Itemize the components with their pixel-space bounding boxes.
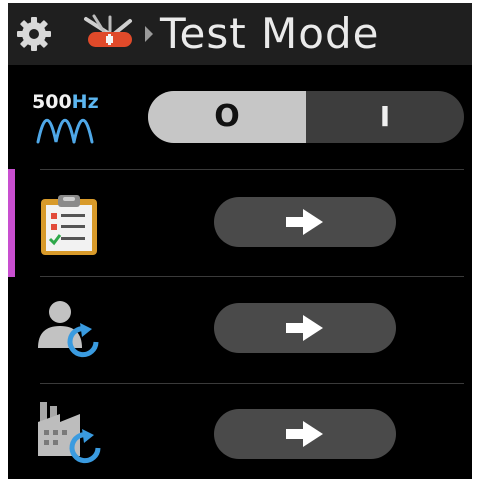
arrow-right-icon xyxy=(286,315,323,341)
arrow-right-icon xyxy=(286,421,323,447)
user-reset-button[interactable] xyxy=(214,303,396,353)
factory-reset-icon xyxy=(38,402,101,464)
clipboard-checklist-icon xyxy=(41,195,97,255)
sine-wave-icon xyxy=(36,119,94,144)
page-title: Test Mode xyxy=(160,9,380,58)
test-list-button[interactable] xyxy=(214,197,396,247)
toggle-on-label[interactable]: I xyxy=(306,91,464,143)
user-reset-icon xyxy=(38,301,99,358)
device-screen: Test Mode 500Hz O I xyxy=(8,3,472,479)
swiss-knife-icon[interactable] xyxy=(80,13,138,55)
frequency-toggle[interactable]: O I xyxy=(148,91,464,143)
toggle-off-label[interactable]: O xyxy=(148,91,306,143)
arrow-right-icon xyxy=(286,209,323,235)
frequency-unit: Hz xyxy=(71,91,99,113)
frequency-label: 500Hz xyxy=(32,91,99,113)
breadcrumb-arrow-icon xyxy=(145,26,153,42)
gear-icon[interactable] xyxy=(16,16,52,52)
frequency-value: 500 xyxy=(32,91,72,113)
factory-reset-button[interactable] xyxy=(214,409,396,459)
title-bar: Test Mode xyxy=(8,3,472,65)
